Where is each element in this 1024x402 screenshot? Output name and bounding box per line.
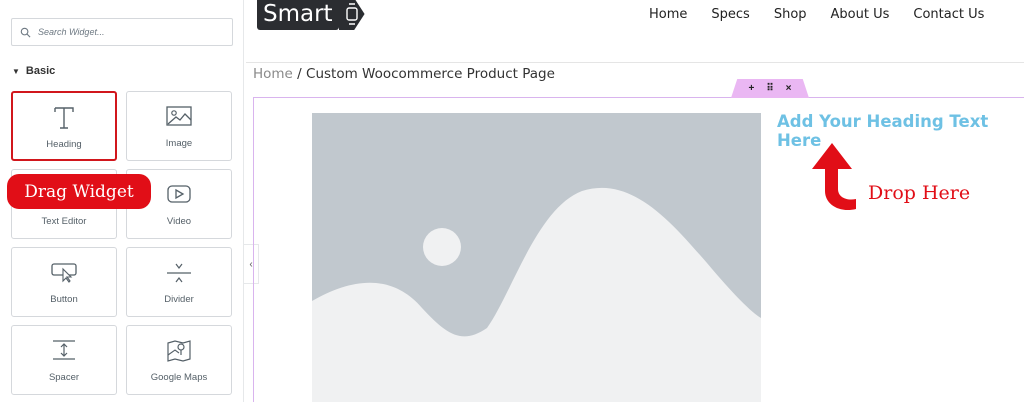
curved-arrow-icon (812, 143, 856, 211)
widget-spacer[interactable]: Spacer (11, 325, 117, 395)
image-placeholder[interactable] (312, 113, 761, 402)
nav-specs[interactable]: Specs (711, 7, 749, 22)
breadcrumb-current: Custom Woocommerce Product Page (306, 66, 555, 82)
image-icon (127, 105, 231, 129)
drag-handle-icon[interactable]: ⠿ (766, 83, 773, 94)
site-logo[interactable]: Smart (257, 0, 365, 34)
search-icon (20, 27, 31, 37)
header-divider (246, 62, 1024, 63)
section-handle[interactable]: + ⠿ × (731, 79, 809, 98)
search-box[interactable] (11, 18, 233, 46)
widget-label: Divider (164, 294, 194, 305)
nav-about-us[interactable]: About Us (831, 7, 890, 22)
nav-contact-us[interactable]: Contact Us (913, 7, 984, 22)
widget-label: Heading (46, 139, 82, 150)
widget-button[interactable]: Button (11, 247, 117, 317)
widget-label: Image (165, 138, 193, 149)
heading-icon (13, 106, 115, 130)
widget-image[interactable]: Image (126, 91, 232, 161)
main-nav: Home Specs Shop About Us Contact Us (649, 7, 1008, 22)
breadcrumb: Home / Custom Woocommerce Product Page (253, 66, 555, 82)
divider-icon (127, 261, 231, 285)
nav-home[interactable]: Home (649, 7, 687, 22)
add-section-icon[interactable]: + (748, 83, 754, 94)
category-basic[interactable]: ▼ Basic (12, 65, 55, 77)
caret-down-icon: ▼ (12, 66, 20, 76)
widget-label: Spacer (48, 372, 80, 383)
google-maps-icon (127, 339, 231, 363)
widget-label: Video (166, 216, 192, 227)
category-label: Basic (25, 65, 56, 77)
widget-label: Button (50, 294, 78, 305)
drag-widget-annotation: Drag Widget (7, 174, 151, 209)
widget-divider[interactable]: Divider (126, 247, 232, 317)
widget-heading[interactable]: Heading (11, 91, 117, 161)
delete-section-icon[interactable]: × (786, 83, 792, 94)
editor-root: ▼ Basic Heading Image Text Editor (0, 0, 1024, 402)
widget-google-maps[interactable]: Google Maps (126, 325, 232, 395)
breadcrumb-home[interactable]: Home (253, 66, 293, 82)
spacer-icon (12, 339, 116, 363)
smartwatch-icon (338, 0, 365, 30)
widget-label: Google Maps (150, 372, 208, 383)
nav-shop[interactable]: Shop (774, 7, 807, 22)
logo-text: Smart (257, 0, 339, 30)
breadcrumb-separator: / (297, 66, 302, 82)
placeholder-image-icon (312, 113, 761, 402)
widget-label: Text Editor (41, 216, 87, 227)
search-input[interactable] (38, 27, 218, 37)
widget-panel: ▼ Basic Heading Image Text Editor (0, 0, 244, 402)
button-icon (12, 261, 116, 285)
drop-here-annotation: Drop Here (868, 182, 971, 204)
